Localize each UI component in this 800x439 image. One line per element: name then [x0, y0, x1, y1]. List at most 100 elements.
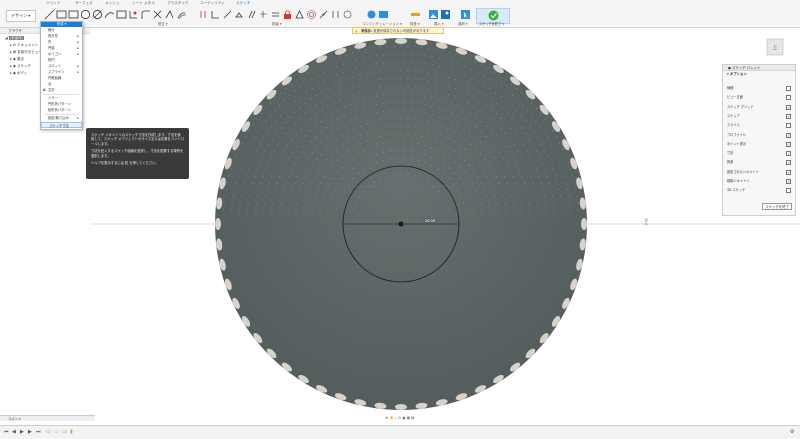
symmetry-constraint-icon[interactable] [258, 9, 269, 20]
collinear-constraint-icon[interactable] [318, 9, 329, 20]
arc-tool-icon[interactable] [104, 9, 115, 20]
surface-dot [400, 69, 402, 71]
surface-dot [563, 175, 565, 177]
slot-tool-icon[interactable] [128, 9, 139, 20]
timeline-last-button[interactable]: ⏭ [36, 429, 41, 435]
concentric-constraint-icon[interactable] [306, 9, 317, 20]
timeline-settings-icon[interactable]: ⚙ [790, 429, 794, 435]
configure-parameters-icon[interactable] [366, 9, 377, 20]
configure-group-label[interactable]: コンフィギュレーション ▾ [362, 21, 402, 26]
comments-panel-header[interactable]: コメント [0, 415, 95, 421]
palette-checkbox[interactable] [786, 188, 791, 194]
parallel-constraint-icon[interactable] [246, 9, 257, 20]
inspect-group-label[interactable]: 検査 ▾ [410, 21, 420, 26]
circle-tool-icon[interactable] [80, 9, 91, 20]
surface-dot [310, 98, 311, 100]
palette-row-label: スナップ [727, 113, 740, 118]
timeline-first-button[interactable]: ⏮ [4, 429, 9, 435]
finish-sketch-ribbon-button[interactable]: スケッチを終了 ▾ [476, 8, 510, 26]
surface-dot [323, 196, 325, 198]
display-settings-icon[interactable]: ▣ [402, 416, 405, 420]
palette-options-section[interactable]: ▾ オプション [723, 71, 795, 78]
midpoint-constraint-icon[interactable] [294, 9, 305, 20]
palette-checkbox[interactable]: ✓ [786, 113, 791, 119]
coincident-constraint-icon[interactable] [198, 9, 209, 20]
configure-table-icon[interactable] [378, 9, 389, 20]
finish-sketch-button[interactable]: スケッチを終了 [762, 203, 792, 210]
select-cursor-icon[interactable] [460, 9, 471, 20]
surface-dot [296, 175, 298, 177]
timeline-prev-button[interactable]: ◀ [12, 429, 16, 435]
viewports-icon[interactable]: ▤ [411, 416, 414, 420]
palette-checkbox[interactable]: ✓ [786, 169, 791, 175]
timeline-extrude-icon[interactable]: ▭ [62, 429, 67, 435]
perpendicular-constraint-icon[interactable] [210, 9, 221, 20]
equal-constraint-icon[interactable] [270, 9, 281, 20]
tangent-constraint-icon[interactable] [234, 9, 245, 20]
polygon-tool-icon[interactable] [116, 9, 127, 20]
orbit-icon[interactable]: ⊕ [386, 416, 389, 420]
spline-tool-icon[interactable] [92, 9, 103, 20]
timeline-feature-icon[interactable]: ▭ [54, 429, 59, 435]
surface-dot [318, 170, 320, 172]
modify-group-label[interactable]: 修正 ▾ [158, 21, 168, 26]
surface-dot [484, 159, 486, 160]
palette-checkbox[interactable]: ✓ [786, 179, 791, 184]
rectangle-2-tool-icon[interactable] [68, 9, 79, 20]
extend-tool-icon[interactable] [164, 9, 175, 20]
canvas-viewport[interactable]: 20.00 20.0 [90, 28, 800, 415]
surface-dot [550, 143, 552, 145]
insert-canvas-icon[interactable] [440, 9, 451, 20]
insert-group-label[interactable]: 挿入 ▾ [434, 21, 444, 26]
insert-image-icon[interactable] [428, 9, 439, 20]
horizontal-constraint-icon[interactable] [222, 9, 233, 20]
pan-icon[interactable]: ✋ [390, 416, 394, 420]
surface-dot [290, 127, 292, 129]
smooth-constraint-icon[interactable] [330, 9, 341, 20]
palette-checkbox[interactable]: ✓ [786, 151, 791, 157]
rectangle-tool-icon[interactable] [56, 9, 67, 20]
palette-checkbox[interactable] [786, 123, 791, 129]
design-workspace-button[interactable]: デザイン ▾ [6, 10, 36, 22]
grid-settings-icon[interactable]: ▦ [407, 416, 410, 420]
palette-checkbox[interactable] [786, 95, 791, 101]
constraints-group-label[interactable]: 拘束 ▾ [272, 21, 282, 26]
offset-tool-icon[interactable] [176, 9, 187, 20]
surface-dot [428, 80, 430, 82]
edge-notch [215, 218, 221, 230]
timeline-sketch-feature-icon[interactable]: ▭ [46, 429, 51, 435]
menu-item-sketch-dimension[interactable]: スケッチ寸法 [41, 122, 82, 128]
select-group-label[interactable]: 選択 ▾ [458, 21, 468, 26]
surface-dot [331, 132, 333, 134]
surface-dot [379, 127, 381, 129]
fillet-tool-icon[interactable] [140, 9, 151, 20]
palette-checkbox[interactable]: ✓ [786, 104, 791, 110]
dimension-text[interactable]: 20.00 [425, 219, 436, 223]
palette-checkbox[interactable]: ✓ [786, 132, 791, 138]
measure-icon[interactable] [410, 9, 421, 20]
trim-tool-icon[interactable] [152, 9, 163, 20]
surface-dot [333, 84, 335, 86]
zoom-icon[interactable]: ⌕ [395, 416, 397, 420]
surface-dot [321, 202, 323, 204]
sketch-canvas[interactable]: 20.00 20.0 [90, 28, 800, 415]
view-cube[interactable]: 上 [764, 36, 786, 58]
timeline-play-button[interactable]: ▶ [20, 429, 24, 435]
surface-dot [477, 80, 479, 82]
menu-item-rectangular-pattern[interactable]: 矩形状パターン [41, 107, 82, 113]
timeline-next-button[interactable]: ▶ [28, 429, 32, 435]
curvature-constraint-icon[interactable] [342, 9, 353, 20]
palette-checkbox[interactable] [786, 86, 791, 91]
line-tool-icon[interactable] [44, 9, 55, 20]
menu-item-project-include[interactable]: 投影/取り込み ▸ [41, 115, 82, 121]
surface-dot [383, 54, 385, 56]
surface-dot [445, 59, 447, 61]
fix-lock-icon[interactable] [282, 9, 293, 20]
surface-dot [308, 189, 310, 191]
palette-checkbox[interactable]: ✓ [786, 160, 791, 166]
palette-checkbox[interactable]: ✓ [786, 141, 791, 147]
menu-item-text[interactable]: A 文字 [41, 87, 82, 93]
timeline-marker-icon[interactable]: ▮ [70, 429, 73, 435]
fit-icon[interactable]: ⊡ [398, 416, 401, 420]
view-cube-label: 上 [772, 44, 777, 51]
